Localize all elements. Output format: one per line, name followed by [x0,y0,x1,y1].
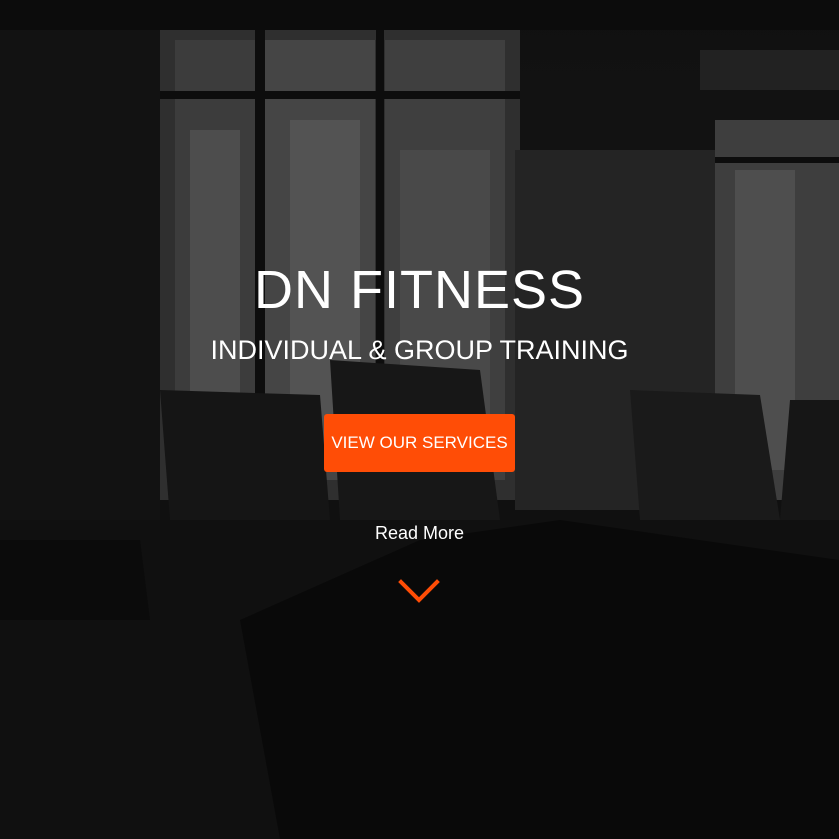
view-services-button-label: VIEW OUR SERVICES [331,433,508,452]
read-more-link[interactable]: Read More [0,521,839,545]
hero-content: DN FITNESS INDIVIDUAL & GROUP TRAINING V… [0,0,839,839]
hero-title: DN FITNESS [253,260,586,320]
hero-section: DN FITNESS INDIVIDUAL & GROUP TRAINING V… [0,0,839,839]
chevron-down-icon[interactable] [397,578,441,606]
view-services-button[interactable]: VIEW OUR SERVICES [324,414,515,472]
hero-subtitle: INDIVIDUAL & GROUP TRAINING [210,335,629,365]
